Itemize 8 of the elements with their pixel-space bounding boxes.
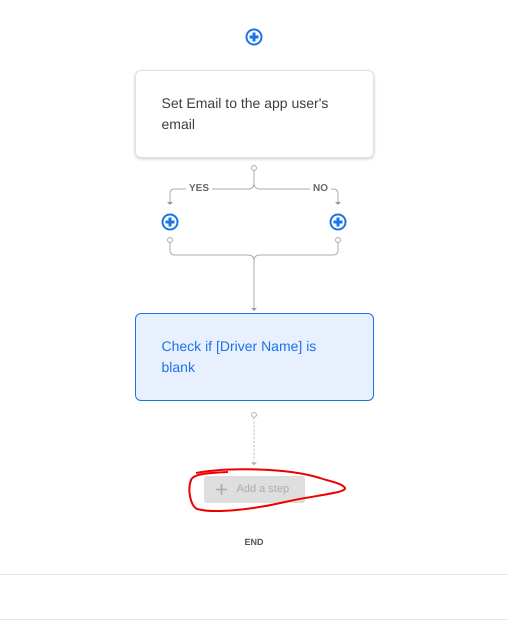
plus-icon <box>216 484 226 495</box>
dotted-connector <box>249 410 259 467</box>
step-card[interactable]: Check if [Driver Name] is blank <box>134 312 374 401</box>
add-icon[interactable] <box>161 212 179 231</box>
step-card[interactable]: Set Email to the app user's email <box>134 70 374 158</box>
add-icon[interactable] <box>245 28 263 46</box>
add-icon[interactable] <box>329 212 347 231</box>
end-label: END <box>244 536 264 547</box>
